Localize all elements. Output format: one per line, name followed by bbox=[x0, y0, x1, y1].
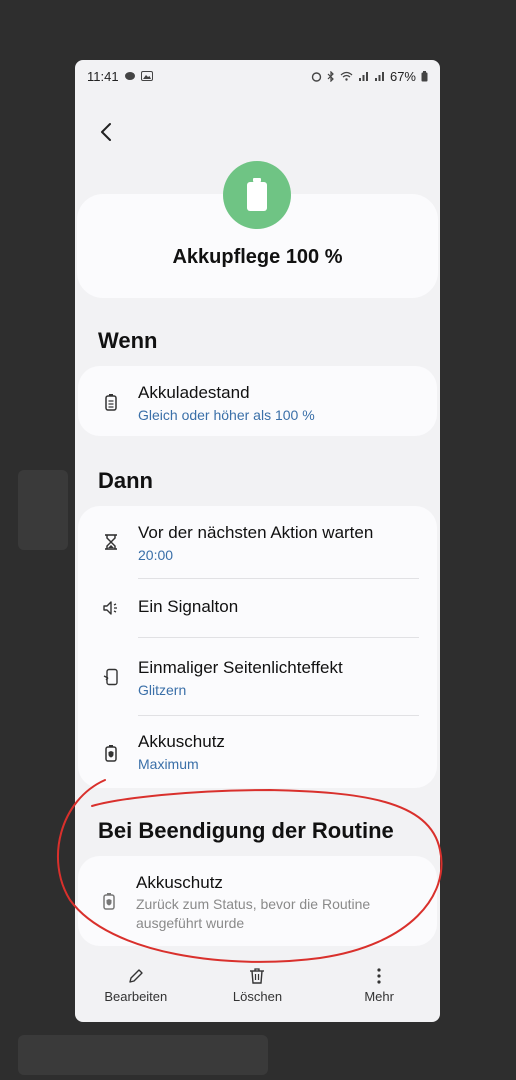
routine-icon bbox=[223, 161, 291, 229]
more-button[interactable]: Mehr bbox=[324, 966, 434, 1004]
then-item-title: Einmaliger Seitenlichteffekt bbox=[138, 658, 343, 677]
then-item-wait[interactable]: Vor der nächsten Aktion warten 20:00 bbox=[78, 506, 437, 578]
status-time: 11:41 bbox=[87, 68, 119, 84]
then-item-title: Vor der nächsten Aktion warten bbox=[138, 523, 374, 542]
routine-title: Akkupflege 100 % bbox=[172, 246, 343, 268]
signal-icon bbox=[374, 72, 384, 81]
background-app-hint bbox=[18, 1035, 268, 1075]
delete-button[interactable]: Löschen bbox=[202, 966, 312, 1004]
trash-icon bbox=[250, 968, 265, 984]
notification-icon bbox=[124, 72, 135, 80]
end-card: Akkuschutz Zurück zum Status, bevor die … bbox=[78, 856, 437, 946]
if-item-subtitle: Gleich oder höher als 100 % bbox=[138, 407, 315, 423]
then-item-subtitle: Maximum bbox=[138, 756, 199, 772]
edit-button[interactable]: Bearbeiten bbox=[81, 966, 191, 1004]
if-item-battery-level[interactable]: Akkuladestand Gleich oder höher als 100 … bbox=[78, 366, 437, 436]
pencil-icon bbox=[129, 969, 143, 983]
battery-percent: 67% bbox=[389, 68, 416, 84]
battery-protect-icon bbox=[105, 745, 117, 762]
background-app-hint bbox=[18, 470, 68, 550]
then-item-subtitle: 20:00 bbox=[138, 547, 174, 563]
if-card: Akkuladestand Gleich oder höher als 100 … bbox=[78, 366, 437, 436]
gallery-icon bbox=[140, 71, 153, 81]
hourglass-icon bbox=[105, 534, 117, 550]
status-bar: 11:41 67% bbox=[75, 60, 440, 92]
more-label: Mehr bbox=[364, 989, 394, 1004]
then-item-battery-protect[interactable]: Akkuschutz Maximum bbox=[78, 716, 437, 788]
battery-protect-icon bbox=[103, 893, 115, 910]
then-item-title: Ein Signalton bbox=[138, 597, 239, 616]
phone-screen: 11:41 67% Akkupflege 100 % Wenn Akkulade… bbox=[75, 60, 440, 1022]
end-section-title: Bei Beendigung der Routine bbox=[98, 818, 394, 843]
then-item-edge-lighting[interactable]: Einmaliger Seitenlichteffekt Glitzern bbox=[78, 638, 437, 715]
speaker-icon bbox=[103, 601, 117, 615]
bluetooth-icon bbox=[327, 70, 334, 82]
then-item-subtitle: Glitzern bbox=[138, 682, 187, 698]
edge-lighting-icon bbox=[103, 668, 118, 686]
battery-icon bbox=[247, 178, 267, 211]
if-item-title: Akkuladestand bbox=[138, 383, 250, 402]
battery-icon bbox=[421, 70, 428, 81]
end-item-battery-protect[interactable]: Akkuschutz Zurück zum Status, bevor die … bbox=[78, 856, 437, 946]
battery-level-icon bbox=[105, 394, 117, 411]
then-item-title: Akkuschutz bbox=[138, 732, 225, 751]
then-section-title: Dann bbox=[98, 468, 153, 493]
bottom-action-bar: Bearbeiten Löschen Mehr bbox=[75, 952, 440, 1022]
end-item-subtitle: Zurück zum Status, bevor die Routine aus… bbox=[136, 896, 371, 931]
signal-icon bbox=[358, 72, 368, 81]
back-arrow-icon[interactable] bbox=[95, 120, 119, 144]
alarm-icon bbox=[311, 71, 322, 82]
more-vertical-icon bbox=[377, 968, 381, 984]
if-section-title: Wenn bbox=[98, 328, 158, 353]
delete-label: Löschen bbox=[232, 989, 283, 1004]
edit-label: Bearbeiten bbox=[104, 989, 168, 1004]
end-item-title: Akkuschutz bbox=[136, 873, 223, 892]
then-card: Vor der nächsten Aktion warten 20:00 Ein… bbox=[78, 506, 437, 788]
wifi-icon bbox=[340, 71, 353, 81]
then-item-sound[interactable]: Ein Signalton bbox=[78, 579, 437, 637]
